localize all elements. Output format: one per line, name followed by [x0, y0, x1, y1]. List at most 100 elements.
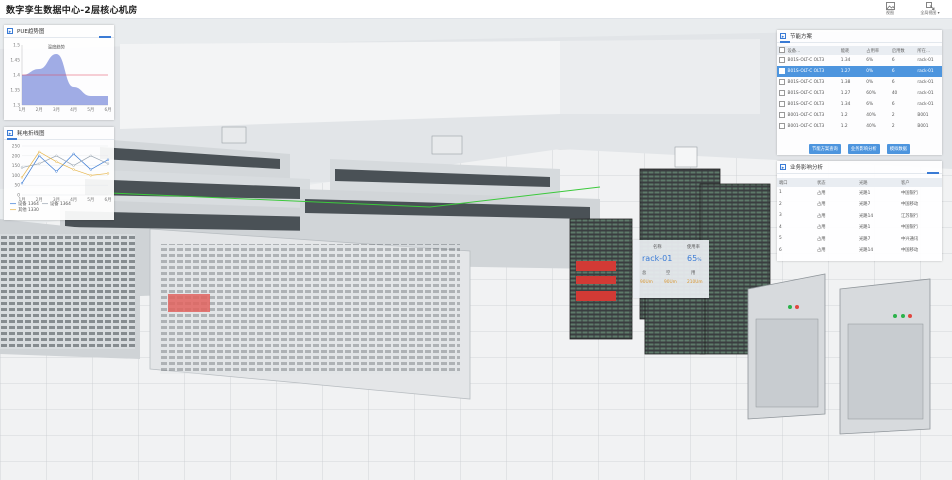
power-data-point — [106, 158, 110, 161]
column-header[interactable]: 占用率 — [864, 46, 890, 55]
energy-table-row[interactable]: B01S-OLT-C OLT3 1.34 6% 6 rack-01 — [777, 99, 942, 110]
power-data-point — [38, 162, 41, 165]
power-data-point — [55, 160, 58, 163]
rack-usage-label: 使用率 — [687, 245, 700, 250]
power-data-point — [106, 172, 110, 175]
energy-button-row: 节能方案查询 业务影响分析 模拟数据 — [777, 132, 942, 154]
row-checkbox[interactable] — [777, 110, 786, 121]
row-checkbox[interactable] — [777, 55, 786, 66]
column-header[interactable]: 设备... — [785, 46, 839, 55]
table-cell: B001 — [917, 113, 929, 118]
energy-table-row[interactable]: B001-OLT-C OLT3 1.2 40% 2 B001 — [777, 121, 942, 132]
table-cell: 6 — [779, 247, 782, 253]
impact-table-header: 端口 状态 光路 客户 — [777, 178, 942, 187]
energy-table-row[interactable]: B01S-OLT-C OLT3 1.27 60% 40 rack-01 — [777, 88, 942, 99]
row-checkbox[interactable] — [777, 66, 786, 77]
impact-panel-header: ▸ 业务影响分析 — [777, 161, 942, 174]
column-header[interactable]: 能耗 — [838, 46, 865, 55]
row-checkbox[interactable] — [777, 99, 786, 110]
energy-table-header: 设备... 能耗 占用率 启用数 所在... — [777, 46, 942, 55]
view-button[interactable]: 视图 — [870, 2, 910, 18]
column-header[interactable]: 启用数 — [889, 46, 916, 55]
pue-chart: 1.51.451.41.351.31月 2月 3月 4月 5月 6月温度趋势 — [10, 43, 111, 114]
table-cell: 40 — [891, 91, 898, 96]
impact-analysis-button[interactable]: 业务影响分析 — [847, 144, 880, 154]
column-header[interactable]: 所在... — [915, 46, 942, 55]
table-cell: rack-01 — [915, 66, 942, 77]
table-cell: 2 — [891, 113, 895, 118]
table-cell: 6 — [891, 102, 895, 107]
table-cell: 60% — [866, 91, 876, 96]
y-tick-label: 150 — [12, 163, 20, 169]
impact-table-row[interactable]: 3 占用 光路14 江苏银行 — [777, 210, 942, 222]
row-checkbox[interactable] — [777, 121, 786, 132]
y-tick-label: 250 — [12, 144, 20, 150]
x-tick-label: 4月 — [70, 197, 77, 203]
table-cell: 江苏银行 — [901, 213, 919, 219]
power-data-point — [89, 154, 92, 157]
rack-usage-unit: % — [697, 258, 702, 263]
y-tick-label: 200 — [12, 153, 20, 159]
rack-val-total: 90Um — [640, 280, 653, 285]
power-data-point — [89, 174, 92, 177]
header-accent — [780, 41, 790, 43]
pue-panel-header: ▸ PUE趋势图 — [4, 25, 114, 38]
table-cell: 占用 — [817, 213, 826, 219]
power-panel-header: ▸ 耗电折线图 — [4, 127, 114, 140]
rack-val-free: 90Um — [664, 280, 677, 285]
table-cell: rack-01 — [917, 102, 934, 107]
energy-table-row[interactable]: B001-OLT-C OLT3 1.2 40% 2 B001 — [777, 110, 942, 121]
table-cell: 1.34 — [840, 58, 851, 63]
row-checkbox[interactable] — [777, 77, 786, 88]
energy-table-row[interactable]: B01S-OLT-C OLT3 1.34 6% 6 rack-01 — [777, 55, 942, 66]
x-tick-label: 1月 — [18, 107, 25, 113]
simulate-data-button[interactable]: 模拟数据 — [886, 144, 910, 154]
global-view-button[interactable]: 全局视图 ▾ — [910, 2, 950, 18]
power-data-point — [72, 164, 75, 167]
table-cell: B001-OLT-C OLT3 — [787, 113, 825, 118]
power-data-point — [20, 176, 24, 179]
table-cell: 光路7 — [859, 202, 871, 208]
panel-icon: ▸ — [780, 33, 786, 40]
table-cell: 中国银行 — [901, 225, 919, 231]
energy-saving-panel: ▸ 节能方案 设备... 能耗 占用率 启用数 所在... B01S-OLT-C… — [777, 30, 942, 155]
table-cell: B01S-OLT-C OLT3 — [785, 66, 839, 77]
legend-label: 设备 1364 — [50, 200, 71, 207]
row-checkbox[interactable] — [777, 88, 786, 99]
table-cell: 1.2 — [840, 124, 848, 129]
table-cell: 光路7 — [859, 236, 871, 242]
rack-usage-number: 65 — [687, 254, 698, 263]
panel-icon: ▸ — [7, 28, 13, 35]
column-header: 光路 — [857, 178, 899, 187]
table-cell: B01S-OLT-C OLT3 — [787, 80, 825, 85]
table-cell: rack-01 — [917, 58, 934, 63]
impact-table-row[interactable]: 2 占用 光路7 中国移动 — [777, 199, 942, 211]
rack-col-total: 总 — [642, 271, 647, 276]
rack-col-used: 用 — [691, 271, 696, 276]
expand-icon — [925, 2, 934, 10]
x-tick-label: 6月 — [104, 107, 111, 113]
table-cell: B001-OLT-C OLT3 — [787, 124, 825, 129]
impact-table-row[interactable]: 6 占用 光路14 中国移动 — [777, 245, 942, 257]
column-header: 客户 — [899, 178, 942, 187]
rack-usage-value: 65% — [687, 254, 701, 263]
x-tick-label: 3月 — [53, 107, 60, 113]
top-bar: 数字孪生数据中心-2层核心机房 视图 全局视图 ▾ — [0, 0, 952, 19]
power-data-point — [20, 182, 24, 185]
table-cell: 5 — [779, 236, 782, 242]
table-cell: 1.27 — [838, 66, 865, 77]
energy-table-row[interactable]: B01S-OLT-C OLT3 1.38 0% 6 rack-01 — [777, 77, 942, 88]
impact-table-row[interactable]: 4 占用 光路1 中国银行 — [777, 222, 942, 234]
energy-query-button[interactable]: 节能方案查询 — [809, 144, 841, 154]
impact-table-row[interactable]: 1 占用 光路1 中国银行 — [777, 187, 942, 199]
y-tick-label: 1.4 — [13, 73, 20, 79]
table-cell: 6% — [866, 102, 874, 107]
impact-table-row[interactable]: 5 占用 光路7 中兴通讯 — [777, 233, 942, 245]
power-chart: 2502001501005001月 2月 3月 4月 5月 6月设备 1364 设备 136… — [10, 144, 112, 213]
y-tick-label: 100 — [12, 173, 20, 179]
power-data-point — [89, 168, 92, 171]
power-data-point — [38, 150, 41, 154]
energy-table-row[interactable]: B01S-OLT-C OLT3 1.27 0% 6 rack-01 — [777, 66, 942, 77]
table-cell: 2 — [779, 201, 782, 207]
select-all-checkbox[interactable] — [777, 46, 786, 55]
